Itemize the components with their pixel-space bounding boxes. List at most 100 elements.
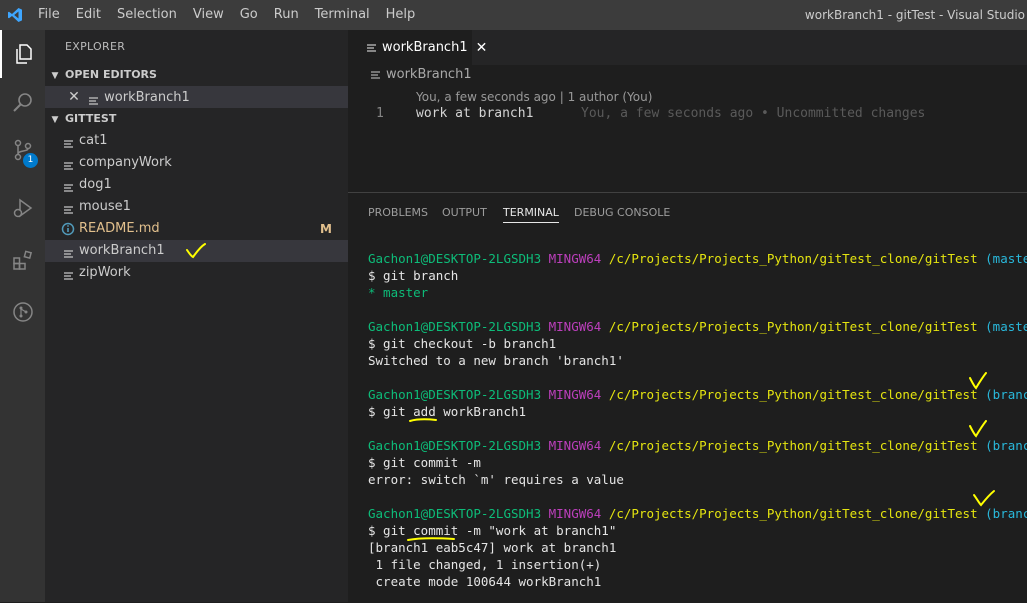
run-debug-icon[interactable] (0, 184, 45, 232)
menu-terminal[interactable]: Terminal (307, 0, 378, 30)
prompt-user: Gachon1@DESKTOP-2LGSDH3 (368, 319, 542, 334)
menu-edit[interactable]: Edit (68, 0, 109, 30)
command-text: $ git checkout -b branch1 (368, 336, 557, 351)
prompt-branch: (branch1) (985, 387, 1027, 402)
extensions-icon[interactable] (0, 236, 45, 284)
menu-run[interactable]: Run (266, 0, 307, 30)
underline-annotation (409, 418, 437, 422)
prompt-user: Gachon1@DESKTOP-2LGSDH3 (368, 506, 542, 521)
output-text: [branch1 eab5c47] work at branch1 (368, 540, 617, 555)
file-label: README.md (79, 221, 160, 236)
handwritten-check-annotation (186, 243, 206, 259)
explorer-sidebar: EXPLORER ▼ OPEN EDITORS ✕ workBranch1 ▼ GI… (45, 30, 348, 602)
chevron-down-icon: ▼ (51, 71, 59, 81)
output-line: Switched to a new branch 'branch1' (368, 352, 1027, 369)
output-line: error: switch `m' requires a value (368, 471, 1027, 488)
output-text: create mode 100644 workBranch1 (368, 574, 602, 589)
file-label: zipWork (79, 265, 131, 280)
tab-problems[interactable]: PROBLEMS (368, 206, 428, 219)
chevron-down-icon: ▼ (51, 115, 59, 125)
tab-workbranch1[interactable]: workBranch1 ✕ (348, 30, 487, 65)
prompt-line: Gachon1@DESKTOP-2LGSDH3 MINGW64 /c/Proje… (368, 386, 1027, 403)
folder-header[interactable]: ▼ GITTEST (45, 108, 348, 130)
explorer-icon[interactable] (0, 30, 45, 78)
prompt-shell: MINGW64 (548, 251, 602, 266)
output-line: create mode 100644 workBranch1 (368, 573, 1027, 590)
prompt-user: Gachon1@DESKTOP-2LGSDH3 (368, 251, 542, 266)
handwritten-check-annotation (969, 372, 987, 390)
command-line: $ git checkout -b branch1 (368, 335, 1027, 352)
breadcrumb[interactable]: workBranch1 (370, 67, 472, 82)
file-lines-icon (370, 70, 382, 80)
menu-selection[interactable]: Selection (109, 0, 185, 30)
file-lines-icon (366, 43, 378, 53)
prompt-branch: (branch1) (985, 438, 1027, 453)
file-item[interactable]: dog1 (45, 174, 348, 196)
tab-terminal[interactable]: TERMINAL (503, 206, 559, 223)
activity-bar: 1 (0, 30, 45, 602)
open-editors-label: OPEN EDITORS (65, 68, 157, 81)
file-lines-icon (88, 93, 100, 105)
git-graph-icon[interactable] (0, 288, 45, 336)
prompt-user: Gachon1@DESKTOP-2LGSDH3 (368, 438, 542, 453)
prompt-line: Gachon1@DESKTOP-2LGSDH3 MINGW64 /c/Proje… (368, 505, 1027, 522)
file-lines-icon (63, 180, 75, 192)
file-label: dog1 (79, 177, 112, 192)
command-line: $ git commit -m "work at branch1" (368, 522, 1027, 539)
file-item[interactable]: README.md M (45, 218, 348, 240)
file-lines-icon (63, 268, 75, 280)
command-line: $ git branch (368, 267, 1027, 284)
file-label: companyWork (79, 155, 172, 170)
vscode-logo-icon (0, 0, 30, 30)
menu-bar: File Edit Selection View Go Run Terminal… (30, 0, 423, 30)
search-icon[interactable] (0, 78, 45, 126)
command-text: $ git commit -m (368, 455, 481, 470)
file-item[interactable]: companyWork (45, 152, 348, 174)
tab-output[interactable]: OUTPUT (442, 206, 487, 219)
code-line[interactable]: work at branch1 (416, 106, 533, 121)
file-item[interactable]: workBranch1 (45, 240, 348, 262)
info-icon (61, 222, 75, 236)
output-text: 1 file changed, 1 insertion(+) (368, 557, 602, 572)
prompt-branch: (master) (985, 251, 1027, 266)
file-label: mouse1 (79, 199, 131, 214)
source-control-icon[interactable]: 1 (0, 126, 45, 174)
git-blame-annotation: You, a few seconds ago • Uncommitted cha… (581, 106, 926, 121)
prompt-line: Gachon1@DESKTOP-2LGSDH3 MINGW64 /c/Proje… (368, 318, 1027, 335)
close-icon[interactable]: ✕ (476, 40, 488, 56)
prompt-branch: (master) (985, 319, 1027, 334)
handwritten-check-annotation (973, 490, 995, 507)
output-text: error: switch `m' requires a value (368, 472, 624, 487)
command-line: $ git add workBranch1 (368, 403, 1027, 420)
output-line: [branch1 eab5c47] work at branch1 (368, 539, 1027, 556)
file-item[interactable]: cat1 (45, 130, 348, 152)
prompt-path: /c/Projects/Projects_Python/gitTest_clon… (608, 387, 978, 402)
open-editor-label: workBranch1 (104, 90, 190, 105)
menu-help[interactable]: Help (378, 0, 424, 30)
file-label: workBranch1 (79, 243, 165, 258)
terminal-output[interactable]: Gachon1@DESKTOP-2LGSDH3 MINGW64 /c/Proje… (368, 250, 1027, 590)
handwritten-check-annotation (969, 420, 987, 438)
breadcrumb-label: workBranch1 (386, 67, 472, 82)
close-icon[interactable]: ✕ (64, 86, 84, 108)
open-editors-header[interactable]: ▼ OPEN EDITORS (45, 64, 348, 86)
open-editor-item[interactable]: ✕ workBranch1 (45, 86, 348, 108)
prompt-line: Gachon1@DESKTOP-2LGSDH3 MINGW64 /c/Proje… (368, 250, 1027, 267)
prompt-path: /c/Projects/Projects_Python/gitTest_clon… (608, 438, 978, 453)
command-text: $ git commit -m "work at branch1" (368, 523, 617, 538)
file-item[interactable]: zipWork (45, 262, 348, 284)
file-label: cat1 (79, 133, 108, 148)
menu-file[interactable]: File (30, 0, 68, 30)
file-item[interactable]: mouse1 (45, 196, 348, 218)
tab-label: workBranch1 (382, 40, 468, 55)
folder-label: GITTEST (65, 112, 117, 125)
scm-badge: 1 (23, 153, 38, 168)
menu-go[interactable]: Go (232, 0, 266, 30)
menu-view[interactable]: View (185, 0, 232, 30)
codelens-authors[interactable]: You, a few seconds ago | 1 author (You) (416, 90, 652, 104)
output-line: * master (368, 284, 1027, 301)
title-bar: File Edit Selection View Go Run Terminal… (0, 0, 1027, 30)
tab-debug-console[interactable]: DEBUG CONSOLE (574, 206, 670, 219)
file-lines-icon (63, 246, 75, 258)
